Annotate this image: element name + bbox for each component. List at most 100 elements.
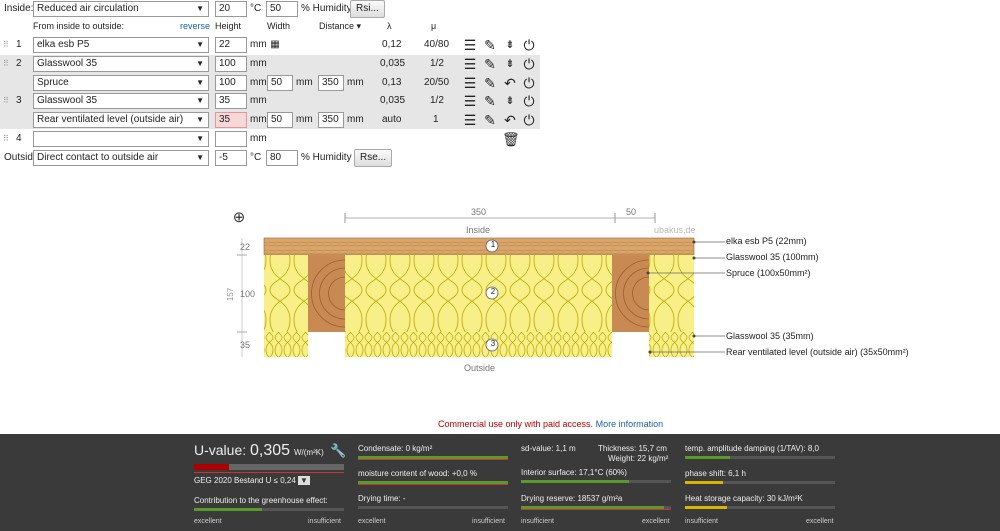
layer-number: 3 [16,95,22,106]
scale-insufficient: insufficient [521,518,554,525]
layer-1-material-select[interactable]: elka esb P5 ▼ [33,37,209,53]
power-icon[interactable]: ⏻ [521,112,537,128]
chevron-down-icon: ▼ [196,96,204,105]
layer-2b-material-select[interactable]: Spruce ▼ [33,75,209,91]
uvalue-number: 0,305 [250,442,291,459]
damping-bar-fill [685,456,730,459]
layer-3b-height-input[interactable]: 35 [215,112,247,128]
undo-icon[interactable]: ↶ [502,75,518,91]
greenhouse-label: Contribution to the greenhouse effect: [194,496,328,505]
menu-icon[interactable]: ☰ [462,112,478,128]
distance-heading-label: Distance [319,21,355,31]
layer-2-height-unit: mm [250,58,267,69]
layer-2b-distance-input[interactable]: 350 [318,75,344,91]
layer-3b-width-input[interactable]: 50 [267,112,293,128]
layer-4-material-select[interactable]: ▼ [33,131,209,147]
power-icon[interactable]: ⏻ [521,93,537,109]
layer-2b-height-input[interactable]: 100 [215,75,247,91]
geg-requirement[interactable]: GEG 2020 Bestand U ≤ 0,24 ▼ [194,476,310,485]
phase-bar-fill [685,481,723,484]
interior-bar [521,480,671,483]
inside-humidity-input[interactable]: 50 [266,1,298,17]
outside-caption: Outside [464,363,496,373]
dim-height-2: 100 [240,289,256,299]
layer-1-mu: 40/80 [424,39,450,50]
layer-4-height-input[interactable] [215,131,247,147]
dim-top-350: 350 [471,207,487,217]
inside-temp-input[interactable]: 20 [215,1,247,17]
mu-heading: μ [431,21,437,31]
wrench-icon[interactable]: 🔧 [330,443,346,459]
insert-layer-icon[interactable]: ⇟ [502,93,518,109]
distance-heading[interactable]: Distance ▾ [319,18,361,34]
power-icon[interactable]: ⏻ [521,56,537,72]
outside-mode-select[interactable]: Direct contact to outside air ▼ [33,150,209,166]
insert-layer-icon[interactable]: ⇟ [502,37,518,53]
menu-icon[interactable]: ☰ [462,93,478,109]
uvalue-bar [194,464,344,470]
layer-2-height-input[interactable]: 100 [215,56,247,72]
pencil-icon[interactable]: ✎ [482,112,498,128]
greenhouse-bar [194,508,344,511]
layer-1-height-input[interactable]: 22 [215,37,247,53]
condensate: Condensate: 0 kg/m² [358,444,433,453]
undo-icon[interactable]: ↶ [502,112,518,128]
insert-layer-icon[interactable]: ⇟ [502,56,518,72]
interior-surface: Interior surface: 17,1°C (60%) [521,468,627,477]
layer-3-height-input[interactable]: 35 [215,93,247,109]
trash-icon[interactable]: 🗑 [502,131,520,147]
power-icon[interactable]: ⏻ [521,37,537,53]
power-icon[interactable]: ⏻ [521,75,537,91]
inside-mode-select[interactable]: Reduced air circulation ▼ [33,1,209,17]
layer-4-height-unit: mm [250,133,267,144]
inside-label: Inside: [4,3,34,14]
drag-handle-icon[interactable]: ⠿ [3,93,9,109]
outside-humidity-input[interactable]: 80 [266,150,298,166]
thickness: Thickness: 15,7 cm [598,444,667,453]
chevron-down-icon: ▼ [196,134,204,143]
layer-2b-width-input[interactable]: 50 [267,75,293,91]
pencil-icon[interactable]: ✎ [482,56,498,72]
menu-icon[interactable]: ☰ [462,75,478,91]
scale-insufficient: insufficient [308,518,341,525]
layer-3-material-select[interactable]: Glasswool 35 ▼ [33,93,209,109]
drag-handle-icon[interactable]: ⠿ [3,56,9,72]
menu-icon[interactable]: ☰ [462,37,478,53]
phase-bar [685,481,835,484]
uvalue-label: U-value: [194,442,247,458]
menu-icon[interactable]: ☰ [462,56,478,72]
add-stud-icon[interactable]: ▦ [267,37,283,53]
diagram-label-4: Glasswool 35 (35mm) [726,331,814,341]
chevron-down-icon: ▼ [298,476,310,485]
rse-button[interactable]: Rse... [354,149,393,167]
layer-marker-2: 2 [490,287,496,296]
interior-bar-fill [521,480,629,483]
layer-3b-material-select[interactable]: Rear ventilated level (outside air) ▼ [33,112,209,128]
layer-1-material-value: elka esb P5 [37,39,90,50]
layer-number: 1 [16,39,22,50]
outside-humidity-unit: % Humidity [301,152,352,163]
uvalue-bar-fill [194,464,229,470]
more-info-link[interactable]: More information [596,419,664,429]
reverse-link[interactable]: reverse [180,18,210,34]
dim-top-50: 50 [626,207,637,217]
layer-3b-distance-input[interactable]: 350 [318,112,344,128]
layer-3-material-value: Glasswool 35 [37,95,98,106]
drag-handle-icon[interactable]: ⠿ [3,131,9,147]
drag-handle-icon[interactable]: ⠿ [3,37,9,53]
layer-3-mu: 1/2 [430,95,444,106]
layer-number: 2 [16,58,22,69]
layer-1-lambda: 0,12 [382,39,402,50]
width-heading: Width [267,21,291,31]
inside-mode-value: Reduced air circulation [37,3,139,14]
watermark: ubakus.de [654,225,696,235]
rsi-button[interactable]: Rsi... [350,0,385,18]
pencil-icon[interactable]: ✎ [482,93,498,109]
pencil-icon[interactable]: ✎ [482,75,498,91]
heat-storage: Heat storage capacity: 30 kJ/m²K [685,494,803,503]
layer-2-lambda: 0,035 [380,58,406,69]
pencil-icon[interactable]: ✎ [482,37,498,53]
layer-2-material-select[interactable]: Glasswool 35 ▼ [33,56,209,72]
outside-temp-input[interactable]: -5 [215,150,247,166]
dim-total: 157 [226,287,236,302]
